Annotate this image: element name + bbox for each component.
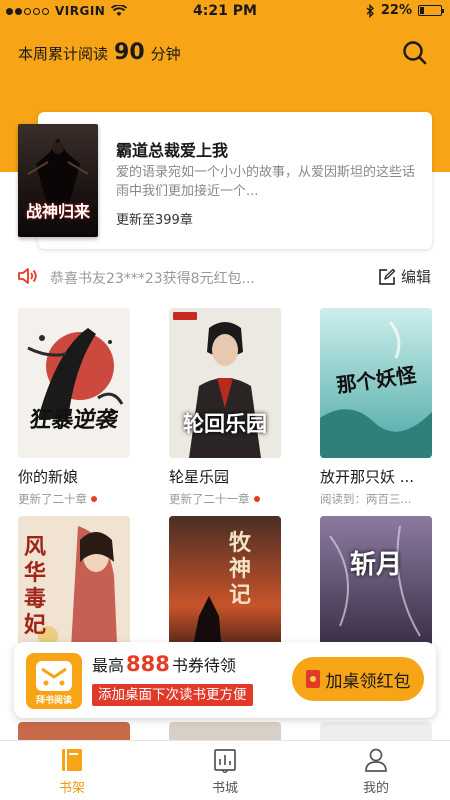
book-title: 你的新娘 [18,468,79,486]
book-cover[interactable]: 轮回乐园 [169,308,281,458]
promo-prefix: 最高 [92,656,125,675]
notice-text[interactable]: 恭喜书友23***23获得8元红包... [50,268,255,288]
book-cover-partial[interactable] [320,722,432,742]
notice-row: 恭喜书友23***23获得8元红包... 编辑 [0,262,450,290]
tab-bookstore[interactable]: 书城 [175,741,275,800]
book-cover-title: 斩月 [349,550,402,580]
featured-cover-title: 战神归来 [25,202,90,221]
bookshelf-icon [62,749,82,771]
book-cover-title: 狂暴逆袭 [27,407,120,433]
app-logo-label: 拜书阅读 [35,696,72,706]
promo-banner: 拜书阅读 最高 888 书券待领 添加桌面下次读书更方便 加桌领红包 [14,642,436,718]
edit-label: 编辑 [401,268,432,286]
promo-suffix: 书券待领 [171,656,236,675]
promo-strip: 添加桌面下次读书更方便 [92,684,253,706]
add-to-desktop-label: 加桌领红包 [325,671,411,692]
status-bar: VIRGIN 4:21 PM 22% [0,0,450,24]
book-status: 更新了二十章 [18,491,130,507]
battery-percent: 22% [380,3,412,18]
new-update-dot [253,496,260,502]
book-status: 阅读到：两百三... [320,491,432,507]
red-envelope-icon [305,670,320,688]
new-update-dot [91,496,97,502]
tab-profile[interactable]: 我的 [326,741,426,800]
status-right: 22% [366,3,444,18]
book-cover[interactable]: 狂暴逆袭 [18,308,130,458]
tab-label: 我的 [362,781,389,796]
book-cover-partial[interactable] [169,722,281,742]
reading-minutes: 90 [114,40,145,65]
tab-label: 书架 [58,781,85,796]
bottom-tab-bar: 书架 书城 我的 [0,740,450,800]
tab-bookshelf[interactable]: 书架 [22,741,122,800]
book-status-text: 阅读到：两百三... [320,492,412,506]
promo-amount: 888 [126,652,170,676]
profile-icon [365,748,387,772]
book-cover[interactable]: 那个妖怪 [320,308,432,458]
book-item[interactable]: 那个妖怪 放开那只妖 ... 阅读到：两百三... [320,308,432,507]
search-icon [403,41,427,65]
book-cover-title: 轮回乐园 [183,411,267,436]
book-cover-title: 风华毒妃 [24,534,47,638]
featured-book-description: 爱的语录宛如一个小小的故事，从爱因斯坦的这些话雨中我们更加接近一个... [116,165,416,199]
add-to-desktop-button[interactable]: 加桌领红包 [292,657,424,701]
book-item[interactable]: 狂暴逆袭 你的新娘 更新了二十章 [18,308,130,507]
search-button[interactable] [400,38,430,68]
bluetooth-icon [366,3,374,18]
weekly-reading-stat: 本周累计阅读 90 分钟 [18,40,181,65]
featured-book-cover[interactable]: 战神归来 [18,124,98,237]
promo-title: 最高 888 书券待领 [92,652,236,676]
edit-button[interactable]: 编辑 [378,266,431,287]
speaker-icon [18,268,37,284]
app-logo: 拜书阅读 [26,653,82,709]
book-status-text: 更新了二十一章 [169,492,250,506]
book-status: 更新了二十一章 [169,491,281,507]
featured-book-update: 更新至399章 [116,213,193,228]
featured-book-title[interactable]: 霸道总裁爱上我 [116,137,228,161]
reading-prefix: 本周累计阅读 [18,45,109,63]
book-status-text: 更新了二十章 [18,492,87,506]
bookstore-icon [214,749,236,773]
book-item[interactable]: 轮回乐园 轮星乐园 更新了二十一章 [169,308,281,507]
book-title: 放开那只妖 ... [320,468,415,486]
book-cover-title: 牧神记 [229,530,252,608]
tab-label: 书城 [211,781,238,796]
edit-icon [379,268,396,285]
book-cover-partial[interactable] [18,722,130,742]
publisher-badge [173,312,197,320]
reading-unit: 分钟 [150,45,181,63]
battery-icon [418,5,444,16]
book-title: 轮星乐园 [169,468,230,486]
